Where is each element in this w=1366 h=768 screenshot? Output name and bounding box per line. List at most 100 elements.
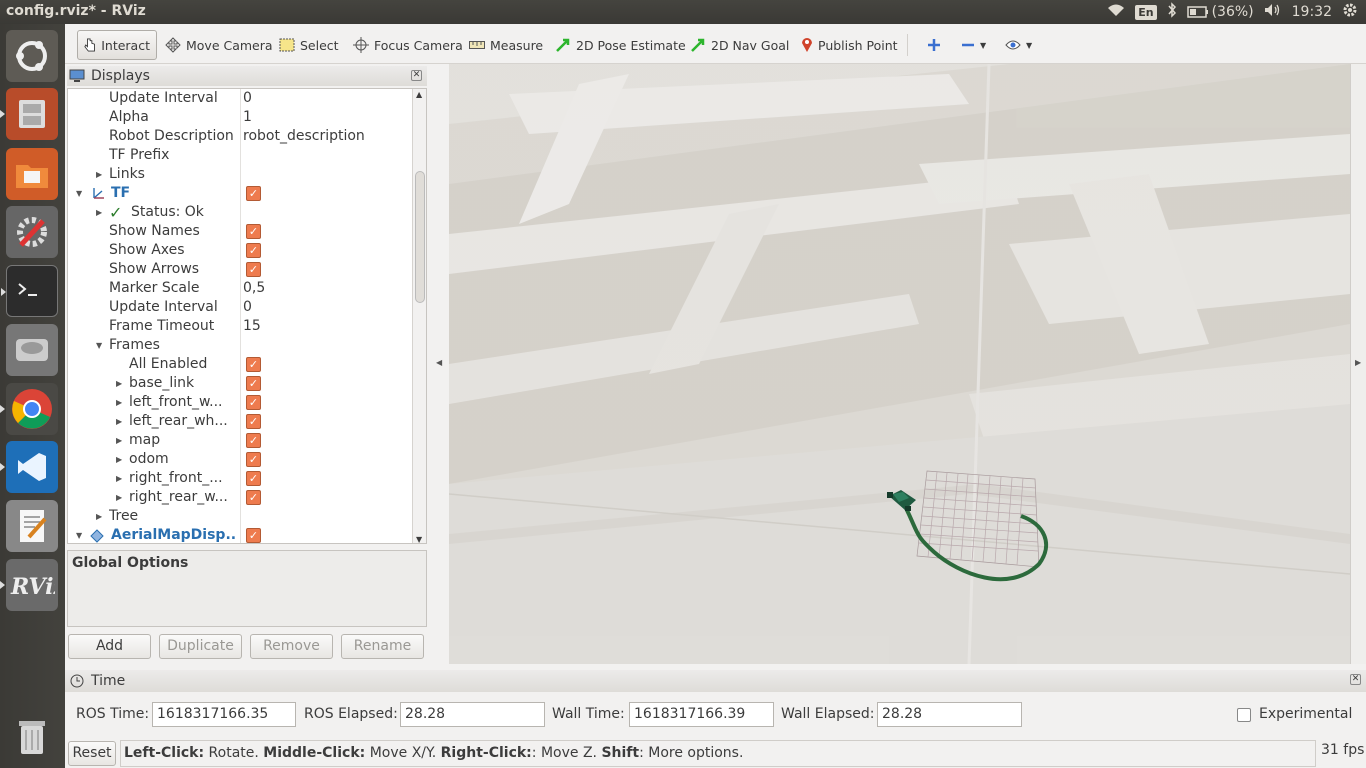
displays-scrollbar[interactable]: ▲ ▼	[412, 89, 426, 543]
tree-row[interactable]: Show Axes ✓	[68, 241, 413, 260]
trash-launcher[interactable]	[6, 710, 58, 762]
property-checkbox[interactable]: ✓	[246, 243, 261, 258]
publish-point-tool-button[interactable]: Publish Point	[795, 30, 904, 60]
volume-icon[interactable]	[1264, 3, 1282, 21]
chrome-launcher[interactable]	[0, 383, 58, 435]
terminal-launcher[interactable]	[1, 265, 58, 317]
property-checkbox[interactable]: ✓	[246, 224, 261, 239]
ros-elapsed-field[interactable]: 28.28	[400, 702, 545, 727]
frame-row[interactable]: ▶ left_rear_wh... ✓	[68, 412, 413, 431]
property-value[interactable]: 15	[243, 317, 261, 336]
files-cabinet-launcher[interactable]	[0, 88, 58, 140]
expand-arrow-icon[interactable]: ▶	[116, 469, 122, 488]
frame-row[interactable]: ▶ base_link ✓	[68, 374, 413, 393]
remove-display-button[interactable]: Remove	[250, 634, 333, 659]
expand-arrow-icon[interactable]: ▶	[96, 507, 102, 526]
right-panel-splitter[interactable]: ▶	[1350, 64, 1366, 664]
frame-checkbox[interactable]: ✓	[246, 452, 261, 467]
panels-visibility-dropdown[interactable]: ▼	[999, 30, 1038, 60]
tree-row[interactable]: Frame Timeout 15	[68, 317, 413, 336]
settings-gear-icon[interactable]	[1342, 2, 1358, 22]
tree-row[interactable]: All Enabled ✓	[68, 355, 413, 374]
file-manager-launcher[interactable]	[6, 148, 58, 200]
tf-display-row[interactable]: ▼ TF ✓	[68, 184, 413, 203]
frame-checkbox[interactable]: ✓	[246, 414, 261, 429]
scrollbar-thumb[interactable]	[415, 171, 425, 303]
tree-row[interactable]: TF Prefix	[68, 146, 413, 165]
expand-arrow-icon[interactable]: ▶	[96, 203, 102, 222]
tree-row[interactable]: Update Interval 0	[68, 298, 413, 317]
collapse-arrow-icon[interactable]: ▼	[96, 336, 102, 355]
remove-tool-dropdown[interactable]: ▼	[955, 30, 992, 60]
frame-checkbox[interactable]: ✓	[246, 376, 261, 391]
tree-row[interactable]: ▶ Tree	[68, 507, 413, 526]
disk-launcher[interactable]	[6, 324, 58, 376]
close-icon[interactable]: ✕	[1350, 674, 1361, 685]
measure-tool-button[interactable]: Measure	[463, 30, 549, 60]
tree-row[interactable]: ▶ Links	[68, 165, 413, 184]
rename-display-button[interactable]: Rename	[341, 634, 424, 659]
tree-row[interactable]: Show Names ✓	[68, 222, 413, 241]
rviz-launcher[interactable]: RViz	[0, 559, 58, 611]
frame-row[interactable]: ▶ map ✓	[68, 431, 413, 450]
property-value[interactable]: 0	[243, 298, 252, 317]
frame-checkbox[interactable]: ✓	[246, 471, 261, 486]
system-settings-launcher[interactable]	[6, 206, 58, 258]
add-display-button[interactable]: Add	[68, 634, 151, 659]
wifi-icon[interactable]	[1107, 3, 1125, 21]
frame-row[interactable]: ▶ right_rear_w... ✓	[68, 488, 413, 507]
render-viewport[interactable]	[449, 64, 1350, 664]
pose-estimate-tool-button[interactable]: 2D Pose Estimate	[549, 30, 692, 60]
property-value[interactable]: 1	[243, 108, 252, 127]
clock[interactable]: 19:32	[1292, 4, 1332, 20]
collapse-arrow-icon[interactable]: ▼	[76, 184, 82, 203]
expand-arrow-icon[interactable]: ▶	[116, 374, 122, 393]
expand-arrow-icon[interactable]: ▶	[116, 393, 122, 412]
tree-row[interactable]: Alpha 1	[68, 108, 413, 127]
experimental-checkbox[interactable]	[1237, 708, 1251, 722]
expand-arrow-icon[interactable]: ▶	[116, 412, 122, 431]
focus-camera-tool-button[interactable]: Focus Camera	[347, 30, 469, 60]
collapse-right-panel-icon[interactable]: ▶	[1355, 358, 1361, 367]
property-value[interactable]: 0	[243, 89, 252, 108]
close-icon[interactable]: ✕	[411, 70, 422, 81]
ros-time-field[interactable]: 1618317166.35	[152, 702, 296, 727]
scroll-up-icon[interactable]: ▲	[416, 90, 422, 99]
frame-checkbox[interactable]: ✓	[246, 490, 261, 505]
expand-arrow-icon[interactable]: ▶	[116, 431, 122, 450]
frame-checkbox[interactable]: ✓	[246, 395, 261, 410]
collapse-arrow-icon[interactable]: ▼	[76, 526, 82, 543]
property-checkbox[interactable]: ✓	[246, 262, 261, 277]
bluetooth-icon[interactable]	[1167, 2, 1177, 22]
property-value[interactable]: robot_description	[243, 127, 365, 146]
enabled-checkbox[interactable]: ✓	[246, 186, 261, 201]
expand-arrow-icon[interactable]: ▶	[96, 165, 102, 184]
frame-checkbox[interactable]: ✓	[246, 433, 261, 448]
expand-arrow-icon[interactable]: ▶	[116, 450, 122, 469]
move-camera-tool-button[interactable]: Move Camera	[159, 30, 279, 60]
tree-row[interactable]: ▶ ✓ Status: Ok	[68, 203, 413, 222]
select-tool-button[interactable]: Select	[273, 30, 345, 60]
collapse-left-panel-icon[interactable]: ◀	[436, 358, 442, 367]
tree-row[interactable]: Update Interval 0	[68, 89, 413, 108]
battery-indicator[interactable]: (36%)	[1186, 4, 1254, 20]
vscode-launcher[interactable]	[0, 441, 58, 493]
property-checkbox[interactable]: ✓	[246, 357, 261, 372]
aerial-map-display-row[interactable]: ▼ AerialMapDisp... ✓	[68, 526, 413, 543]
keyboard-layout-indicator[interactable]: En	[1135, 4, 1157, 20]
wall-elapsed-field[interactable]: 28.28	[877, 702, 1022, 727]
tree-row[interactable]: Marker Scale 0,5	[68, 279, 413, 298]
scroll-down-icon[interactable]: ▼	[416, 535, 422, 543]
nav-goal-tool-button[interactable]: 2D Nav Goal	[684, 30, 795, 60]
expand-arrow-icon[interactable]: ▶	[116, 488, 122, 507]
tree-row[interactable]: Show Arrows ✓	[68, 260, 413, 279]
ubuntu-dash-button[interactable]	[6, 30, 58, 82]
wall-time-field[interactable]: 1618317166.39	[629, 702, 774, 727]
tree-row[interactable]: ▼ Frames	[68, 336, 413, 355]
enabled-checkbox[interactable]: ✓	[246, 528, 261, 543]
add-tool-button[interactable]	[921, 30, 947, 60]
frame-row[interactable]: ▶ right_front_... ✓	[68, 469, 413, 488]
text-editor-launcher[interactable]	[6, 500, 58, 552]
interact-tool-button[interactable]: Interact	[77, 30, 157, 60]
duplicate-display-button[interactable]: Duplicate	[159, 634, 242, 659]
